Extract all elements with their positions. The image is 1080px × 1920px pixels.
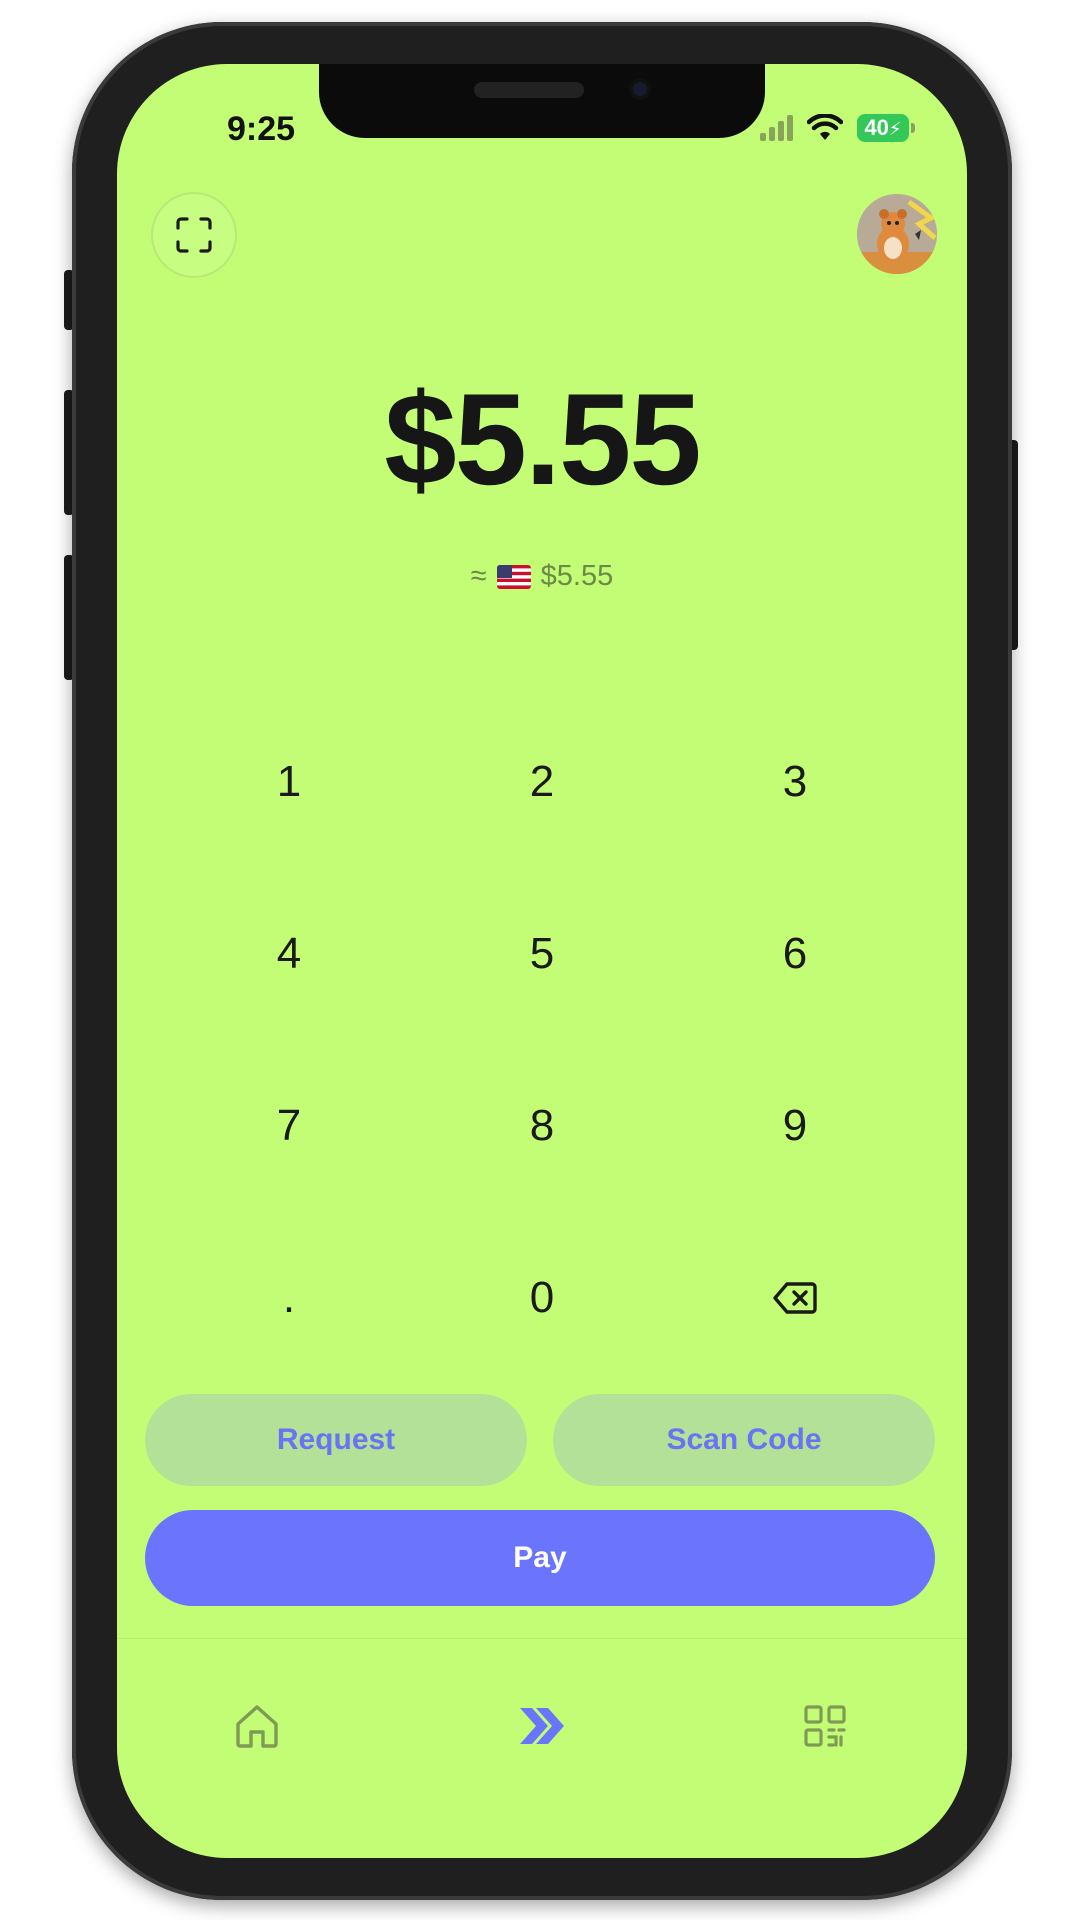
battery-icon: 40⚡ [857, 114, 915, 142]
key-1[interactable]: 1 [189, 722, 389, 842]
qr-code-icon [804, 1705, 846, 1747]
us-flag-icon [496, 564, 531, 589]
pay-button[interactable]: Pay [145, 1510, 935, 1606]
request-button[interactable]: Request [145, 1394, 527, 1486]
notch [319, 64, 765, 138]
key-8[interactable]: 8 [442, 1066, 642, 1186]
converted-value: $5.55 [540, 560, 614, 592]
key-7[interactable]: 7 [189, 1066, 389, 1186]
key-3[interactable]: 3 [695, 722, 895, 842]
charging-bolt-icon: ⚡ [888, 119, 902, 139]
speaker-grille [474, 82, 584, 98]
phone-frame: 9:25 40⚡ $5.55 ≈ $5.55 1 2 3 4 5 6 7 8 9… [72, 22, 1012, 1900]
nav-send[interactable] [512, 1696, 572, 1756]
signal-icon [760, 115, 793, 141]
scan-frame-icon [176, 217, 212, 253]
page: 9:25 40⚡ $5.55 ≈ $5.55 1 2 3 4 5 6 7 8 9… [0, 0, 1080, 1920]
nav-divider [117, 1638, 967, 1639]
nav-home[interactable] [227, 1696, 287, 1756]
scan-code-button[interactable]: Scan Code [553, 1394, 935, 1486]
profile-avatar[interactable] [857, 194, 937, 274]
key-0[interactable]: 0 [442, 1238, 642, 1358]
status-icons: 40⚡ [760, 114, 915, 142]
amount-display: $5.55 [384, 366, 701, 512]
converted-amount: ≈ $5.55 [117, 560, 967, 593]
home-icon [236, 1705, 278, 1748]
key-decimal[interactable]: . [189, 1238, 389, 1358]
nav-qr[interactable] [795, 1696, 855, 1756]
keypad: 1 2 3 4 5 6 7 8 9 . 0 [117, 704, 967, 1444]
key-6[interactable]: 6 [695, 894, 895, 1014]
approx-symbol: ≈ [470, 560, 487, 592]
scan-button[interactable] [151, 192, 237, 278]
status-time: 9:25 [227, 110, 296, 148]
key-9[interactable]: 9 [695, 1066, 895, 1186]
screen: 9:25 40⚡ $5.55 ≈ $5.55 1 2 3 4 5 6 7 8 9… [117, 64, 967, 1858]
backspace-icon [773, 1282, 817, 1314]
front-camera [629, 78, 651, 100]
avatar-image [857, 194, 937, 274]
battery-percent: 40 [864, 115, 889, 140]
send-chevrons-icon [520, 1708, 564, 1744]
key-4[interactable]: 4 [189, 894, 389, 1014]
key-5[interactable]: 5 [442, 894, 642, 1014]
wifi-icon [807, 114, 843, 140]
backspace-key[interactable] [695, 1238, 895, 1358]
key-2[interactable]: 2 [442, 722, 642, 842]
